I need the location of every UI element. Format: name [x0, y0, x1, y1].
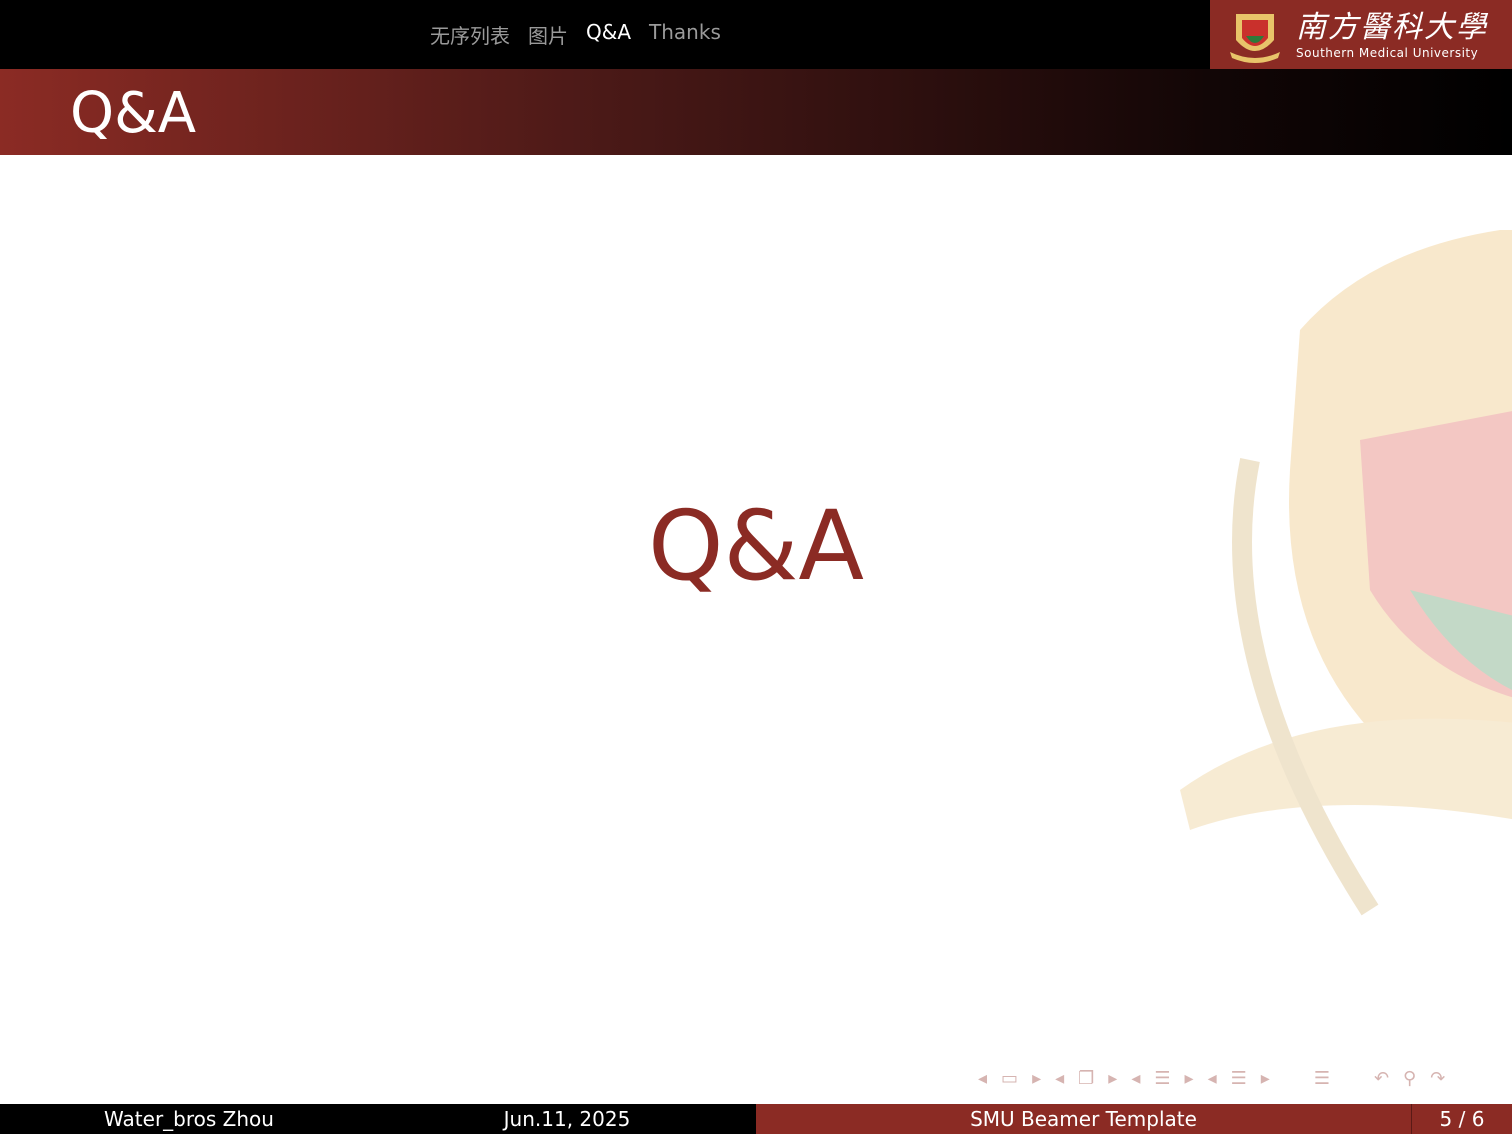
footer-title: SMU Beamer Template	[756, 1104, 1412, 1134]
search-icon[interactable]: ⚲	[1403, 1068, 1416, 1089]
footer-author: Water_bros Zhou	[0, 1104, 378, 1134]
section-navigation: 无序列表 图片 Q&A Thanks	[430, 20, 721, 49]
footer-bar: Water_bros Zhou Jun.11, 2025 SMU Beamer …	[0, 1104, 1512, 1134]
header-bar: 无序列表 图片 Q&A Thanks 南方醫科大學 Southern Medic…	[0, 0, 1512, 69]
section-icon[interactable]: ☰	[1231, 1068, 1247, 1089]
subsection-prev-icon[interactable]: ◂	[1131, 1068, 1140, 1089]
beamer-navigation-symbols: ◂ ▭ ▸ ◂ ❐ ▸ ◂ ☰ ▸ ◂ ☰ ▸ ☰ ↶ ⚲ ↷	[978, 1068, 1445, 1089]
slide-prev-icon[interactable]: ◂	[978, 1068, 987, 1089]
university-logo: 南方醫科大學 Southern Medical University	[1210, 0, 1512, 69]
frame-title-bar: Q&A	[0, 69, 1512, 155]
slide-icon[interactable]: ▭	[1001, 1068, 1018, 1089]
nav-item-images[interactable]: 图片	[528, 20, 568, 49]
slide-next-icon[interactable]: ▸	[1032, 1068, 1041, 1089]
slide-content-title: Q&A	[647, 490, 865, 602]
frame-icon[interactable]: ❐	[1078, 1068, 1094, 1089]
subsection-icon[interactable]: ☰	[1154, 1068, 1170, 1089]
nav-item-qa[interactable]: Q&A	[586, 20, 631, 49]
section-prev-icon[interactable]: ◂	[1208, 1068, 1217, 1089]
footer-date: Jun.11, 2025	[378, 1104, 756, 1134]
logo-english-name: Southern Medical University	[1296, 45, 1479, 60]
frame-next-icon[interactable]: ▸	[1108, 1068, 1117, 1089]
emblem-icon	[1230, 13, 1280, 63]
nav-item-thanks[interactable]: Thanks	[649, 20, 721, 49]
subsection-next-icon[interactable]: ▸	[1185, 1068, 1194, 1089]
section-next-icon[interactable]: ▸	[1261, 1068, 1270, 1089]
frame-title: Q&A	[70, 81, 197, 146]
frame-prev-icon[interactable]: ◂	[1055, 1068, 1064, 1089]
back-icon[interactable]: ↶	[1374, 1068, 1389, 1089]
toc-icon[interactable]: ☰	[1314, 1068, 1330, 1089]
logo-chinese-name: 南方醫科大學	[1296, 9, 1488, 45]
forward-icon[interactable]: ↷	[1430, 1068, 1445, 1089]
nav-item-unordered-list[interactable]: 无序列表	[430, 20, 510, 49]
page-number: 5 / 6	[1412, 1104, 1512, 1134]
